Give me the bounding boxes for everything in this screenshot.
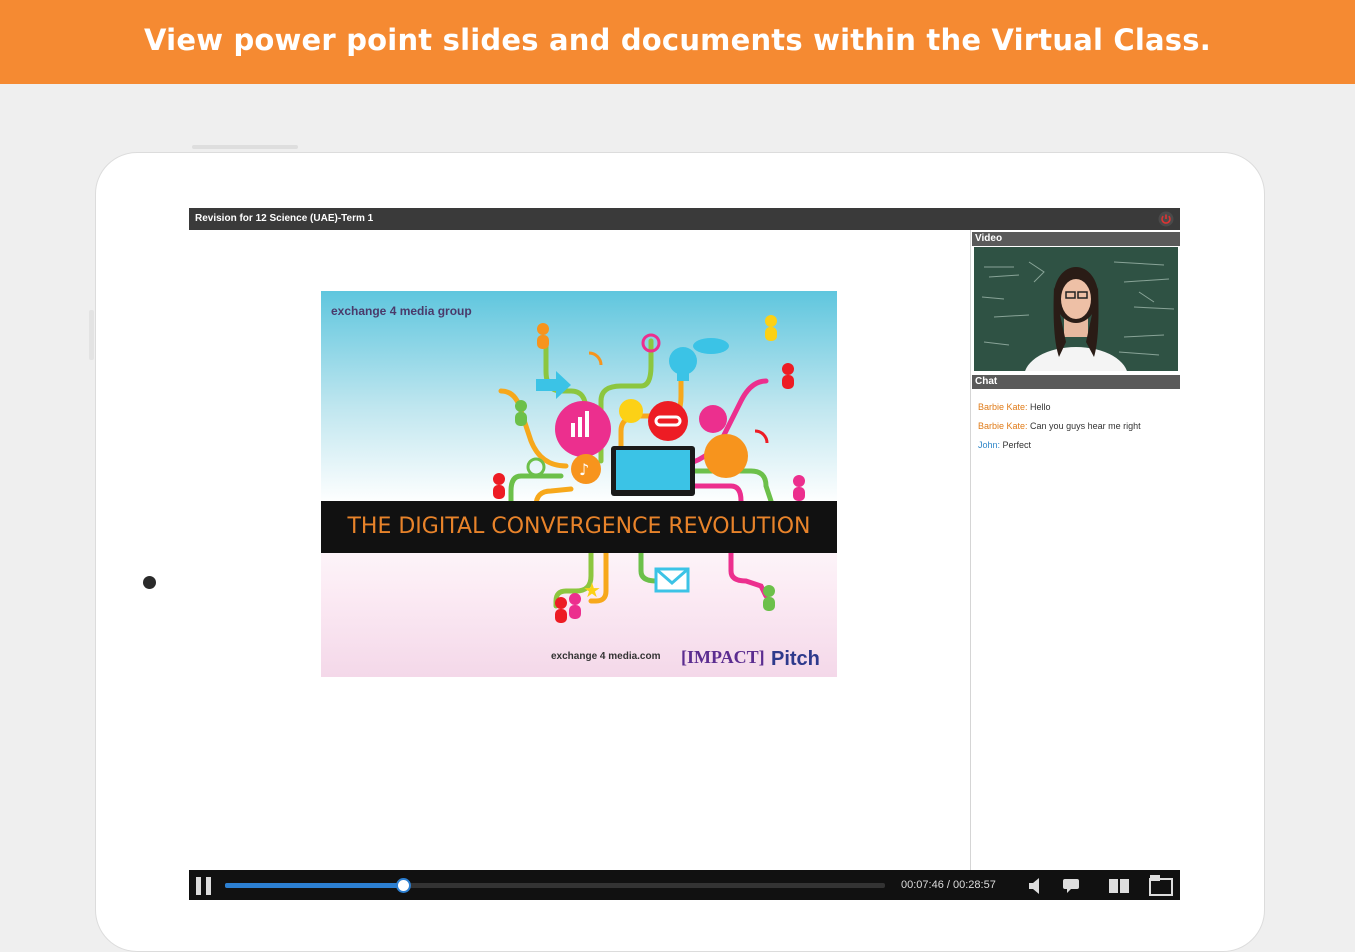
teacher-video[interactable] (974, 247, 1178, 371)
chat-text: Can you guys hear me right (1030, 421, 1141, 431)
slide-headline: THE DIGITAL CONVERGENCE REVOLUTION (346, 514, 810, 539)
slide-graphic: exchange 4 media group ♪ ★ THE DIGITAL C… (321, 304, 837, 670)
layout-icon[interactable] (1107, 876, 1131, 896)
chat-log: Barbie Kate: Hello Barbie Kate: Can you … (978, 398, 1178, 455)
presentation-slide: exchange 4 media group ♪ ★ THE DIGITAL C… (321, 291, 837, 677)
tablet-side-button (89, 310, 94, 360)
virtual-class-screen: Revision for 12 Science (UAE)-Term 1 exc… (189, 208, 1180, 900)
side-panel: Video Chat Barbie Kate: Hello Barbie Kat… (972, 230, 1180, 870)
chat-text: Perfect (1002, 440, 1032, 450)
chat-username: Barbie Kate: (978, 421, 1028, 431)
video-panel-header: Video (972, 232, 1180, 246)
presentation-area: exchange 4 media group ♪ ★ THE DIGITAL C… (189, 230, 971, 870)
power-icon[interactable] (1158, 211, 1174, 227)
svg-text:♪: ♪ (579, 460, 589, 479)
progress-fill (225, 883, 404, 888)
chat-username: Barbie Kate: (978, 402, 1028, 412)
player-controls: 00:07:46 / 00:28:57 (189, 870, 1180, 900)
title-bar: Revision for 12 Science (UAE)-Term 1 (189, 208, 1180, 230)
slide-logo-bottom-1: exchange 4 media.com (551, 651, 661, 662)
progress-track[interactable] (225, 878, 885, 893)
session-title: Revision for 12 Science (UAE)-Term 1 (195, 213, 374, 224)
video-label: Video (975, 233, 1003, 244)
tablet-top-button (192, 145, 298, 149)
chat-message: Barbie Kate: Hello (978, 398, 1178, 417)
chat-panel-header: Chat (972, 375, 1180, 389)
chat-label: Chat (975, 376, 998, 387)
slide-logo-top: exchange 4 media group (331, 304, 472, 318)
slide-logo-bottom-2: [IMPACT] (681, 647, 765, 667)
chat-message: Barbie Kate: Can you guys hear me right (978, 417, 1178, 436)
pause-icon[interactable] (193, 876, 215, 896)
volume-icon[interactable] (1027, 876, 1047, 896)
svg-text:★: ★ (583, 578, 601, 602)
chat-toggle-icon[interactable] (1061, 876, 1085, 896)
slide-logo-bottom-3: Pitch (771, 648, 820, 670)
progress-handle[interactable] (396, 878, 412, 893)
promo-banner: View power point slides and documents wi… (0, 0, 1355, 84)
chat-text: Hello (1030, 402, 1051, 412)
playback-time: 00:07:46 / 00:28:57 (901, 879, 996, 891)
fullscreen-icon[interactable] (1147, 874, 1175, 898)
teacher-video-frame (974, 247, 1178, 371)
tablet-camera (143, 576, 156, 589)
chat-message: John: Perfect (978, 436, 1178, 455)
chat-username: John: (978, 440, 1001, 450)
chart-bubble-icon (555, 401, 611, 457)
